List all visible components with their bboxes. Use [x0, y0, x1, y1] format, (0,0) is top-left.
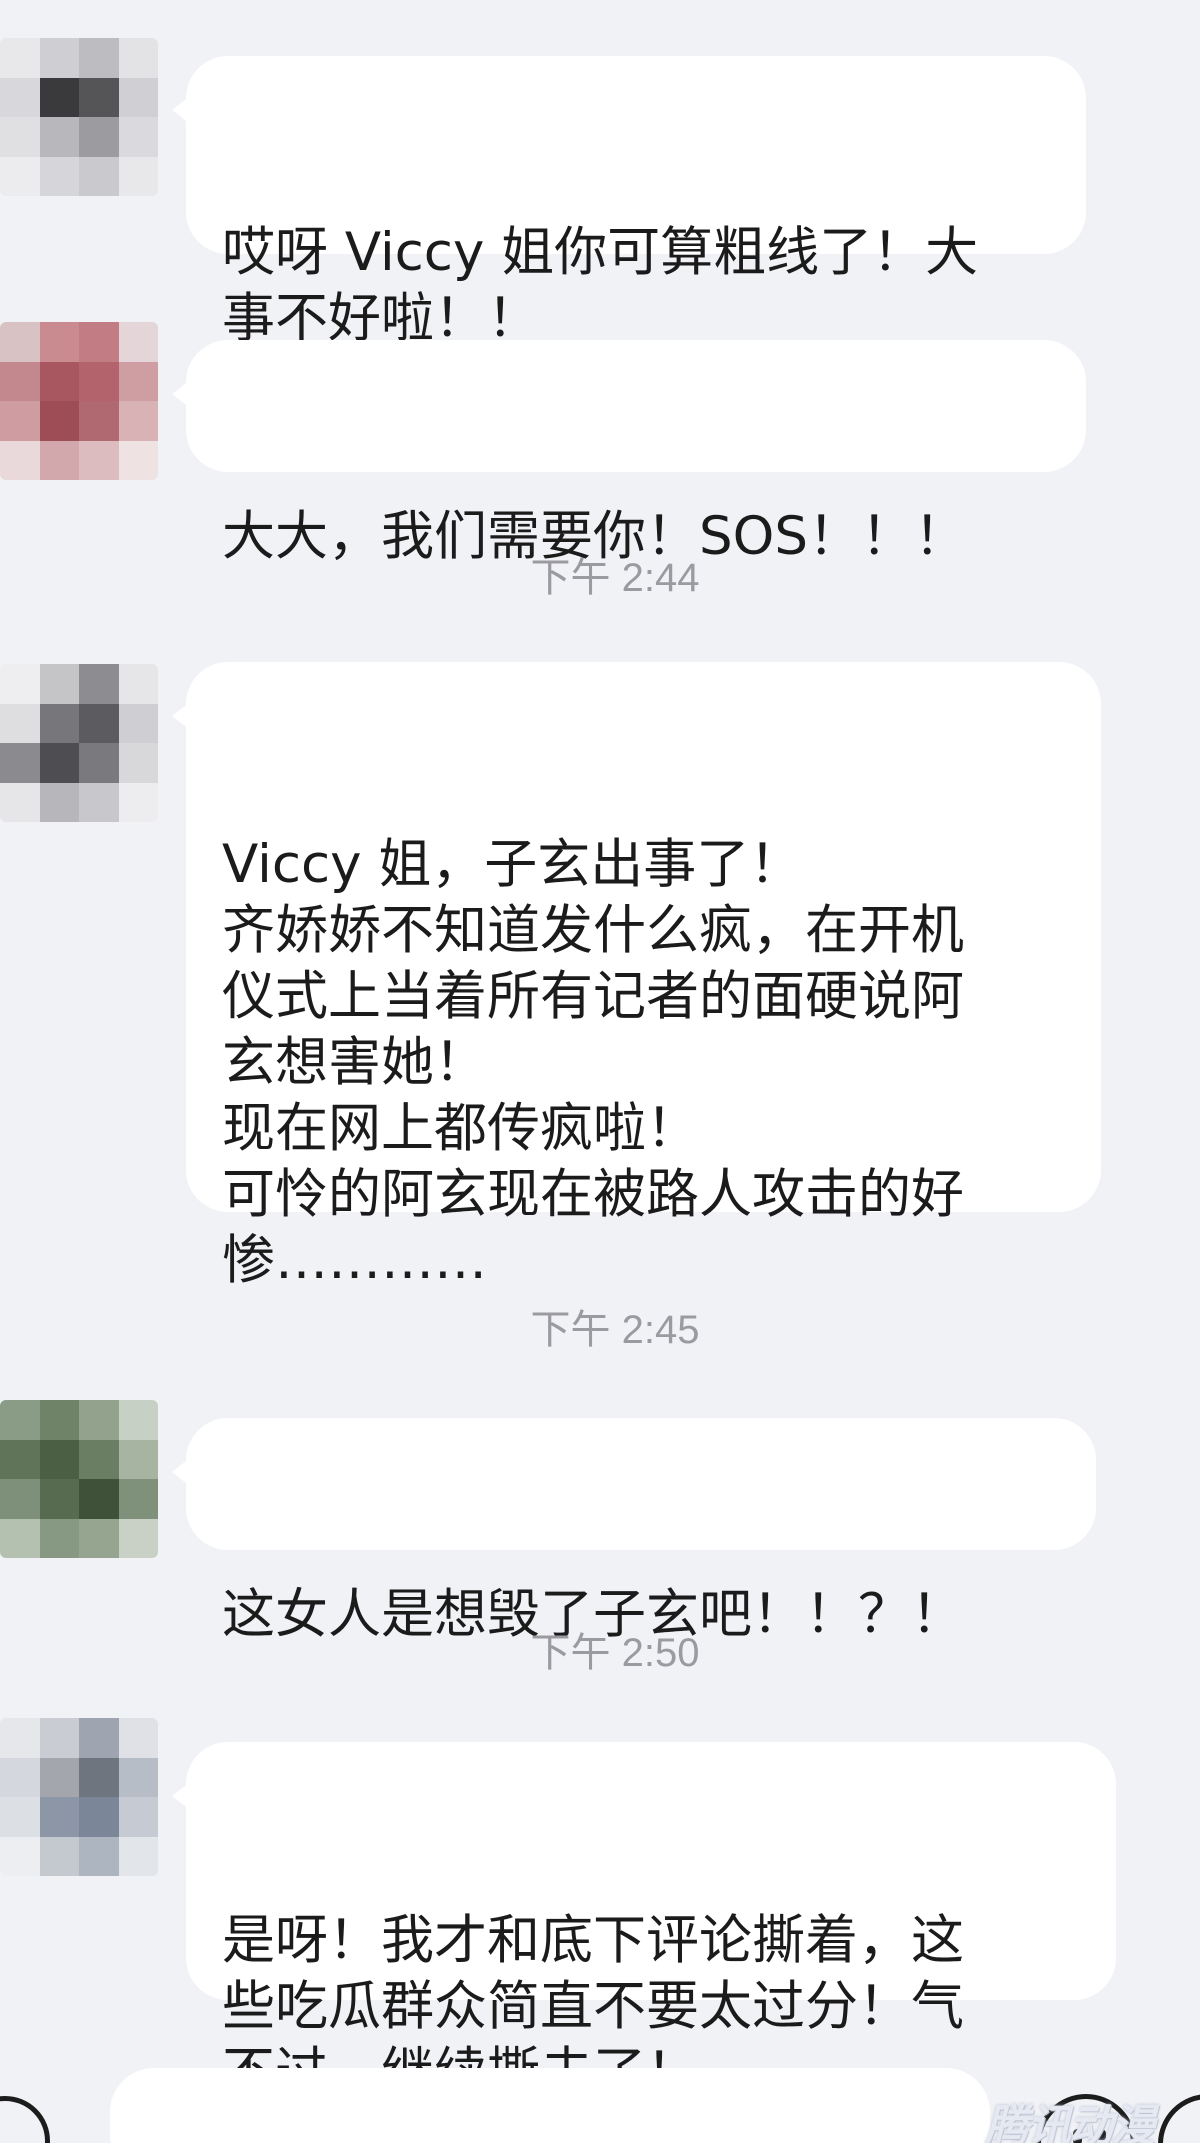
- bubble-tail: [172, 702, 190, 730]
- avatar[interactable]: [0, 664, 158, 822]
- message-bubble[interactable]: 这女人是想毁了子玄吧！！？！: [172, 1418, 1096, 1645]
- message-bubble[interactable]: 大大，我们需要你！SOS！！！: [172, 340, 1086, 567]
- avatar[interactable]: [0, 1400, 158, 1558]
- avatar[interactable]: [0, 1718, 158, 1876]
- message-bubble[interactable]: Viccy 姐，子玄出事了！ 齐娇娇不知道发什么疯，在开机 仪式上当着所有记者的…: [172, 662, 1101, 1291]
- chat-screen: 哎呀 Viccy 姐你可算粗线了！大 事不好啦！！ 大大，我们需要你！SOS！！…: [0, 0, 1200, 2143]
- timestamp: 下午 2:44: [530, 556, 700, 600]
- message-bubble[interactable]: 是呀！我才和底下评论撕着，这 些吃瓜群众简直不要太过分！气 不过，继续撕去了！: [172, 1742, 1116, 2103]
- bubble-tail: [172, 96, 190, 124]
- message-text: 哎呀 Viccy 姐你可算粗线了！大 事不好啦！！: [222, 222, 979, 349]
- plus-icon[interactable]: [1158, 2094, 1200, 2143]
- avatar[interactable]: [0, 38, 158, 196]
- bubble-tail: [172, 1782, 190, 1810]
- voice-icon[interactable]: [0, 2096, 50, 2143]
- timestamp: 下午 2:45: [530, 1308, 700, 1352]
- message-text: Viccy 姐，子玄出事了！ 齐娇娇不知道发什么疯，在开机 仪式上当着所有记者的…: [222, 834, 964, 1291]
- bubble-tail: [172, 380, 190, 408]
- bubble-tail: [172, 1458, 190, 1486]
- message-input[interactable]: [110, 2068, 990, 2143]
- avatar[interactable]: [0, 322, 158, 480]
- message-bubble[interactable]: 哎呀 Viccy 姐你可算粗线了！大 事不好啦！！: [172, 56, 1086, 349]
- watermark: 腾讯动漫: [985, 2101, 1155, 2143]
- timestamp: 下午 2:50: [530, 1631, 700, 1675]
